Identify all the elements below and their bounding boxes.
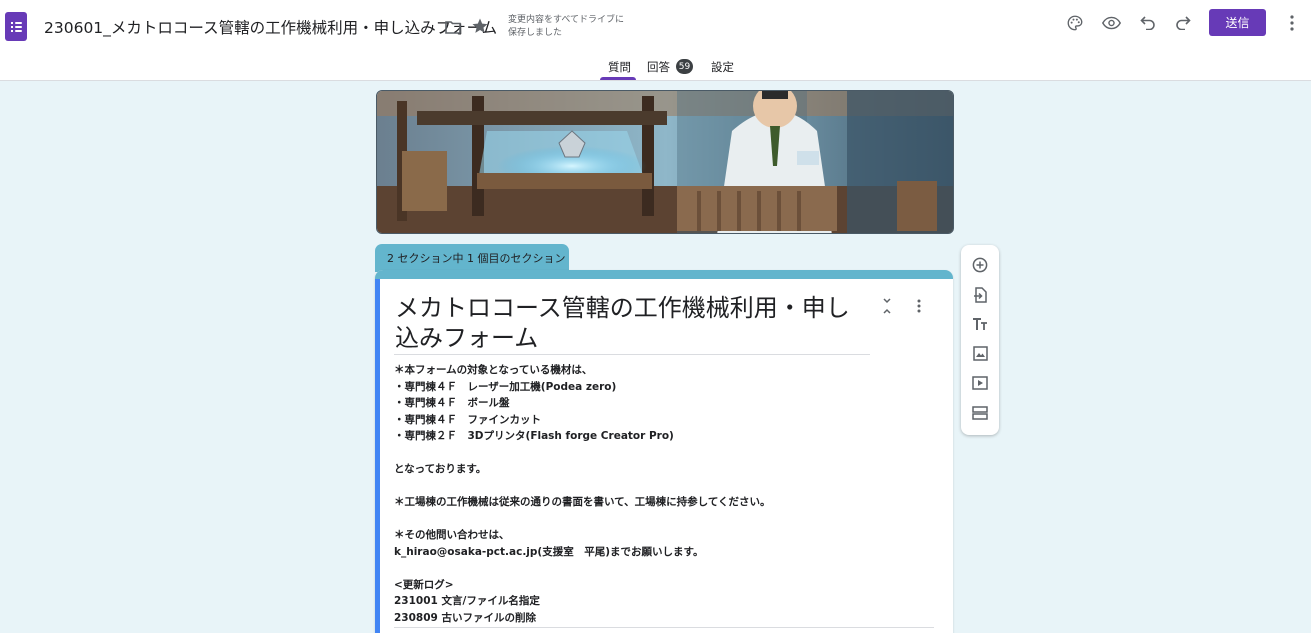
tab-settings[interactable]: 設定 bbox=[711, 59, 734, 75]
add-question-icon[interactable] bbox=[970, 255, 990, 275]
section-label-tab: 2 セクション中 1 個目のセクション bbox=[375, 244, 569, 272]
add-title-icon[interactable] bbox=[970, 314, 990, 334]
title-underline bbox=[394, 354, 870, 355]
add-section-icon[interactable] bbox=[970, 403, 990, 423]
form-description[interactable]: ＊本フォームの対象となっている機材は、 ・専門棟４Ｆ レーザー加工機(Podea… bbox=[394, 362, 934, 626]
tab-bar: 質問 回答 59 設定 bbox=[0, 56, 1311, 80]
google-forms-icon[interactable] bbox=[5, 12, 27, 41]
star-icon[interactable] bbox=[469, 15, 491, 37]
add-video-icon[interactable] bbox=[970, 373, 990, 393]
card-focus-indicator bbox=[375, 279, 380, 633]
send-button[interactable]: 送信 bbox=[1209, 9, 1266, 36]
description-underline bbox=[394, 627, 934, 628]
form-title[interactable]: メカトロコース管轄の工作機械利用・申し 込みフォーム bbox=[395, 293, 871, 353]
card-accent-bar bbox=[375, 270, 953, 279]
floating-toolbar bbox=[961, 245, 999, 435]
redo-icon[interactable] bbox=[1172, 12, 1194, 34]
import-questions-icon[interactable] bbox=[970, 285, 990, 305]
active-tab-indicator bbox=[600, 77, 636, 80]
palette-icon[interactable] bbox=[1064, 12, 1086, 34]
collapse-section-icon[interactable] bbox=[879, 296, 895, 316]
undo-icon[interactable] bbox=[1137, 12, 1159, 34]
document-title[interactable]: 230601_メカトロコース管轄の工作機械利用・申し込みフォーム bbox=[44, 16, 497, 38]
section-more-icon[interactable] bbox=[917, 298, 929, 314]
tab-responses[interactable]: 回答 bbox=[647, 59, 670, 75]
responses-count-badge: 59 bbox=[676, 59, 693, 74]
top-bar: 230601_メカトロコース管轄の工作機械利用・申し込みフォーム 変更内容をすべ… bbox=[0, 0, 1311, 81]
folder-icon[interactable] bbox=[442, 16, 464, 38]
form-header-card[interactable]: メカトロコース管轄の工作機械利用・申し 込みフォーム ＊本フォームの対象となって… bbox=[375, 270, 953, 633]
more-options-icon[interactable] bbox=[1281, 12, 1303, 34]
add-image-icon[interactable] bbox=[970, 343, 990, 363]
save-status: 変更内容をすべてドライブに 保存しました bbox=[508, 15, 625, 38]
tab-questions[interactable]: 質問 bbox=[608, 59, 631, 75]
header-banner-image bbox=[376, 90, 954, 234]
preview-eye-icon[interactable] bbox=[1100, 12, 1122, 34]
